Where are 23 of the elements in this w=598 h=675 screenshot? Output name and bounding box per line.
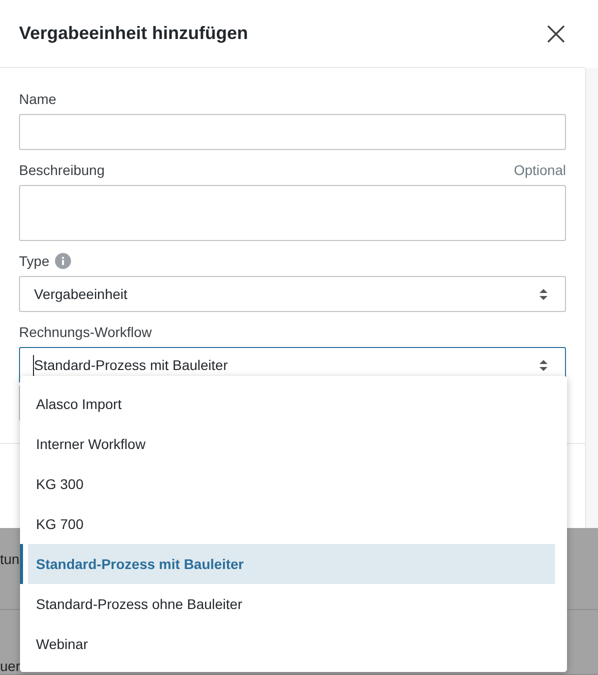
close-icon[interactable] xyxy=(547,24,565,42)
dialog-title: Vergabeeinheit hinzufügen xyxy=(19,22,248,45)
field-label: Type xyxy=(19,252,50,271)
optional-hint: Optional xyxy=(514,160,566,180)
table-cell: uer xyxy=(0,658,20,674)
field-label: Name xyxy=(19,90,56,108)
sort-arrows-icon xyxy=(539,358,548,372)
field-label: Rechnungs-Workflow xyxy=(19,322,152,342)
selection-bar xyxy=(20,544,23,584)
dropdown-option[interactable]: Webinar xyxy=(28,624,555,664)
table-cell: tun xyxy=(0,550,20,566)
dropdown-option[interactable]: Interner Workflow xyxy=(28,424,555,464)
field-label: Beschreibung xyxy=(19,160,105,180)
info-icon[interactable] xyxy=(55,253,72,269)
text-area[interactable] xyxy=(19,185,566,241)
dropdown-option[interactable]: Standard-Prozess ohne Bauleiter xyxy=(28,584,555,624)
dropdown-option[interactable]: KG 300 xyxy=(28,464,555,504)
dropdown-option[interactable]: KG 700 xyxy=(28,504,555,544)
dropdown-option[interactable]: Alasco Import xyxy=(28,384,555,424)
select-field[interactable]: Vergabeeinheit xyxy=(19,276,566,312)
input-field[interactable] xyxy=(19,114,566,150)
dropdown-option[interactable]: Standard-Prozess mit Bauleiter xyxy=(28,544,555,584)
sort-arrows-icon xyxy=(539,288,548,300)
